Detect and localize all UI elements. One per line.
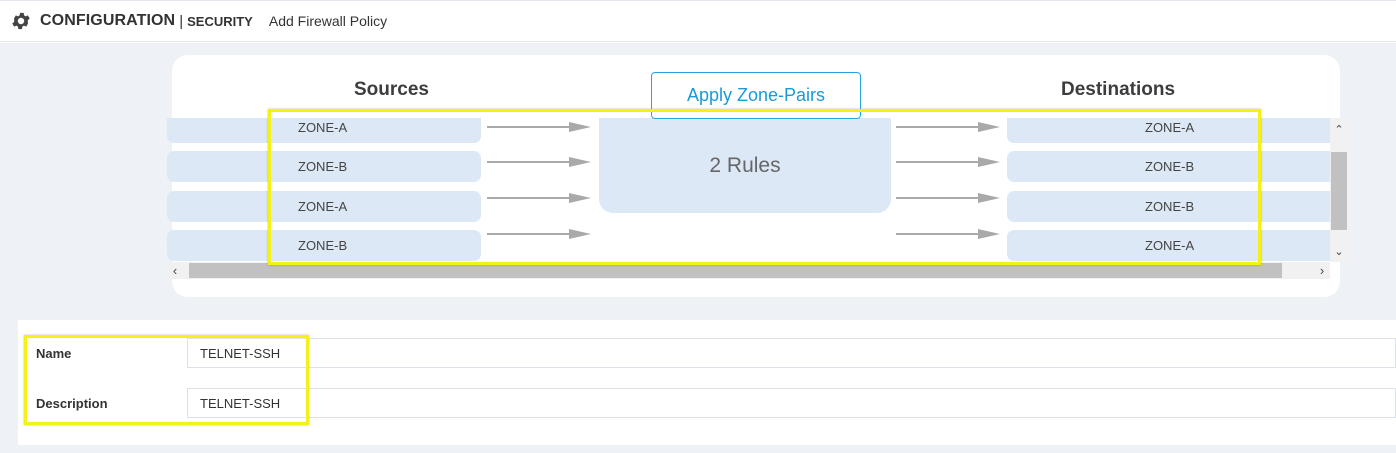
- destination-zone-item[interactable]: ZONE-A: [1007, 118, 1330, 143]
- source-zone-item[interactable]: ZONE-B: [167, 230, 481, 261]
- name-field[interactable]: TELNET-SSH: [187, 338, 1396, 368]
- description-label: Description: [36, 396, 108, 411]
- destination-zone-item[interactable]: ZONE-B: [1007, 151, 1330, 182]
- arrow-right-icon: [487, 157, 591, 167]
- page-header: CONFIGURATION | SECURITY Add Firewall Po…: [0, 0, 1396, 42]
- page-title: Add Firewall Policy: [268, 13, 388, 29]
- vertical-scrollbar[interactable]: ⌃ ⌄: [1330, 118, 1348, 262]
- sources-title: Sources: [354, 79, 429, 100]
- chevron-right-icon[interactable]: ›: [1314, 262, 1330, 279]
- arrow-right-icon: [896, 193, 1000, 203]
- description-field[interactable]: TELNET-SSH: [187, 388, 1396, 418]
- breadcrumb-separator: |: [179, 12, 184, 30]
- arrow-right-icon: [487, 193, 591, 203]
- horizontal-scrollbar[interactable]: ‹ ›: [167, 262, 1330, 279]
- destination-zone-item[interactable]: ZONE-B: [1007, 191, 1330, 222]
- rules-summary[interactable]: 2 Rules: [599, 118, 891, 213]
- source-zone-item[interactable]: ZONE-A: [167, 191, 481, 222]
- breadcrumb-security[interactable]: SECURITY: [187, 14, 253, 29]
- chevron-left-icon[interactable]: ‹: [167, 262, 183, 279]
- arrow-right-icon: [896, 229, 1000, 239]
- scrollbar-thumb[interactable]: [1331, 152, 1347, 230]
- policy-form: Name TELNET-SSH Description TELNET-SSH: [18, 320, 1396, 445]
- breadcrumb-configuration[interactable]: CONFIGURATION: [40, 12, 175, 30]
- arrow-right-icon: [487, 229, 591, 239]
- destination-zone-item[interactable]: ZONE-A: [1007, 230, 1330, 261]
- name-label: Name: [36, 346, 72, 361]
- arrow-right-icon: [487, 122, 591, 132]
- arrow-right-icon: [896, 122, 1000, 132]
- chevron-up-icon[interactable]: ⌃: [1330, 122, 1348, 136]
- scrollbar-thumb[interactable]: [189, 263, 1282, 278]
- source-zone-item[interactable]: ZONE-A: [167, 118, 481, 143]
- chevron-down-icon[interactable]: ⌄: [1330, 244, 1348, 258]
- zone-pair-list[interactable]: 2 Rules ZONE-A ZONE-A ZONE-B ZONE-B ZONE…: [167, 118, 1330, 262]
- apply-zone-pairs-button[interactable]: Apply Zone-Pairs: [651, 72, 861, 119]
- arrow-right-icon: [896, 157, 1000, 167]
- destinations-title: Destinations: [1061, 79, 1176, 100]
- source-zone-item[interactable]: ZONE-B: [167, 151, 481, 182]
- gear-icon: [12, 12, 30, 30]
